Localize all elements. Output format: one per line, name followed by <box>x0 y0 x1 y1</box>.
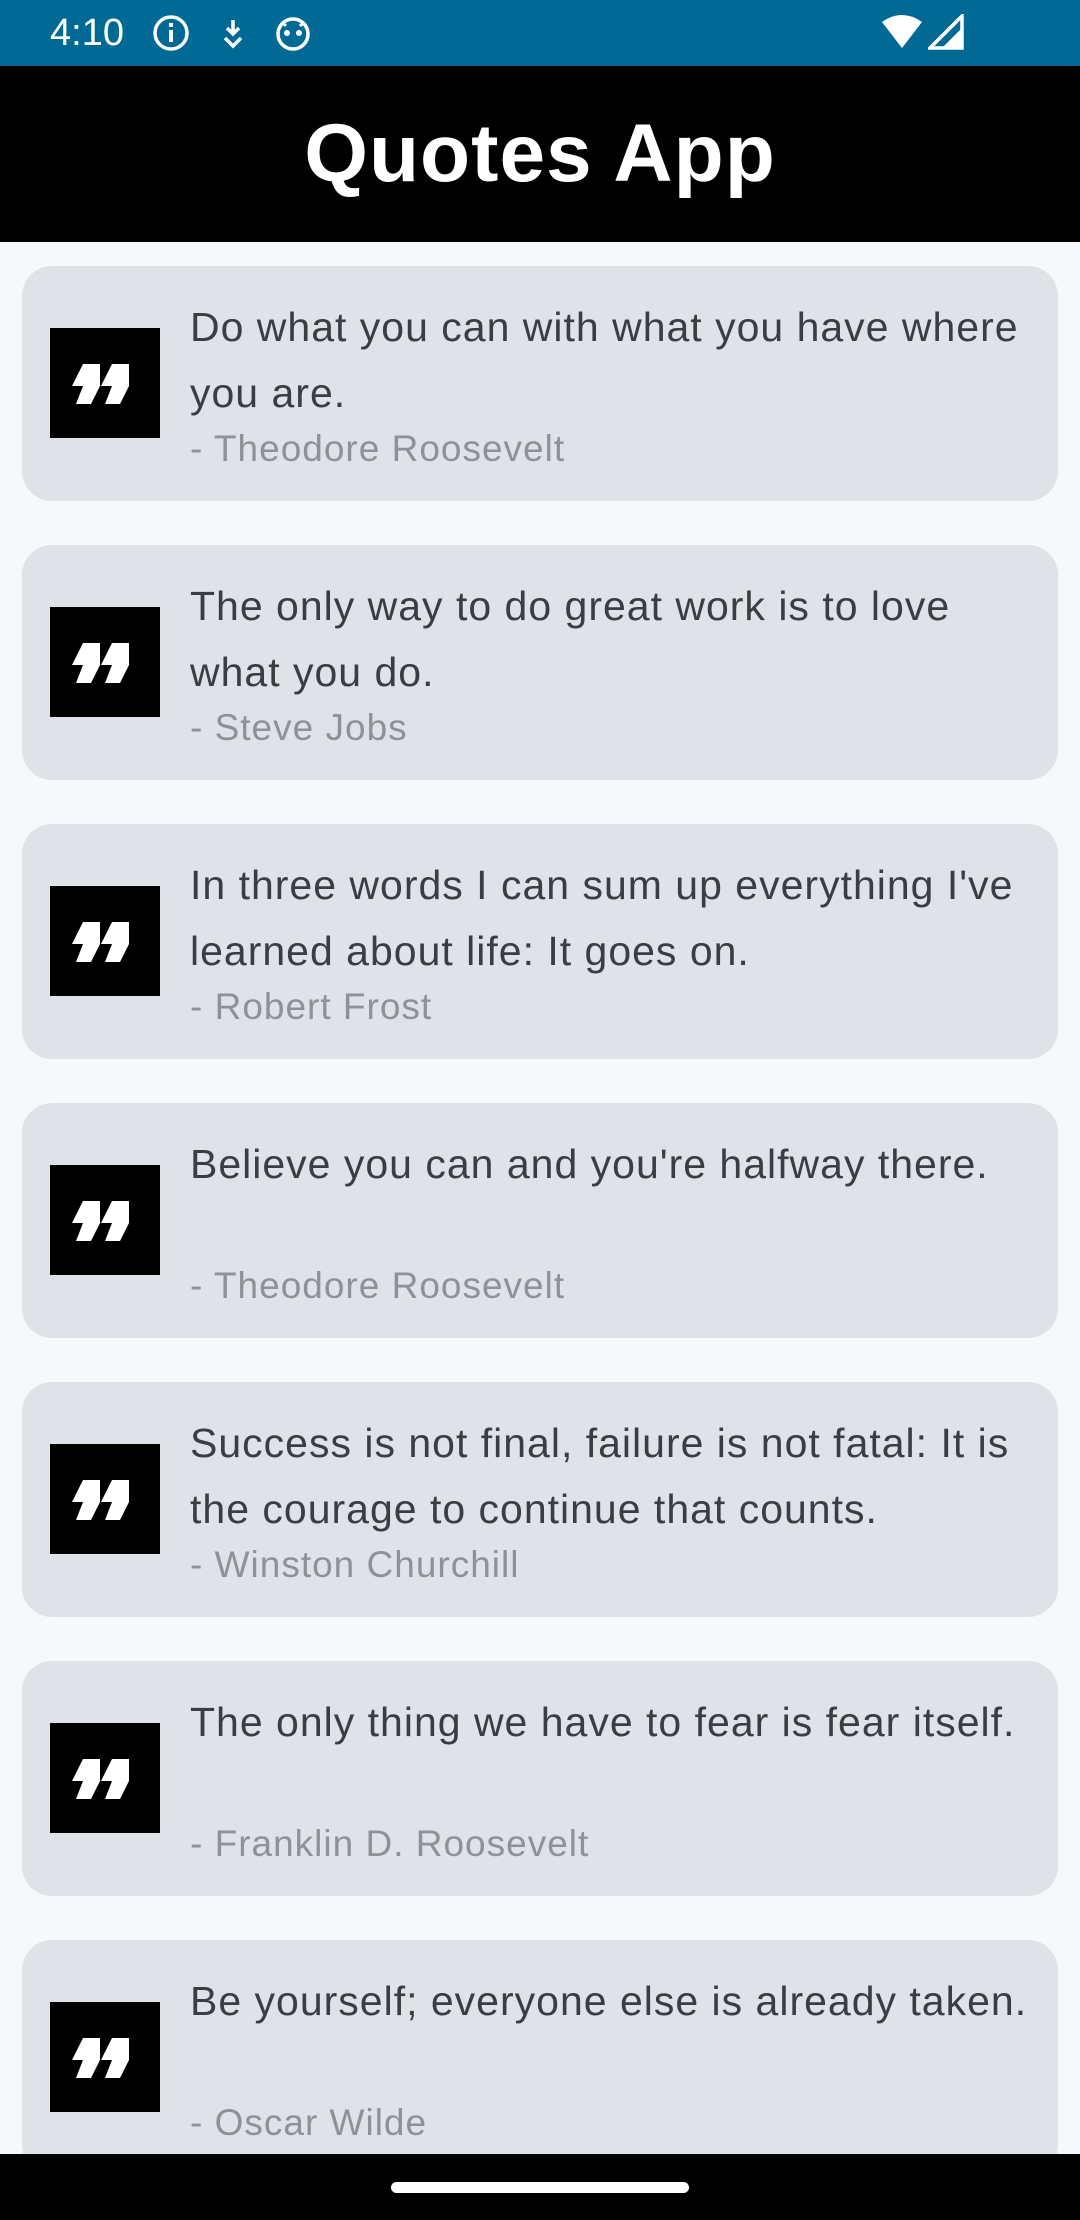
page-title: Quotes App <box>304 108 776 199</box>
quote-card[interactable]: The only way to do great work is to love… <box>22 545 1058 780</box>
quote-author: - Robert Frost <box>190 986 433 1027</box>
signal-icon <box>925 11 964 52</box>
app-bar: Quotes App <box>0 66 1080 242</box>
status-time: 4:10 <box>50 12 124 54</box>
quote-icon <box>50 328 160 438</box>
quote-icon <box>50 1165 160 1275</box>
quote-text: Believe you can and you're halfway there… <box>190 1141 989 1187</box>
quote-text: Success is not final, failure is not fat… <box>190 1420 1010 1532</box>
status-bar: 4:10 <box>0 0 1080 66</box>
quote-author: - Theodore Roosevelt <box>190 1265 566 1306</box>
quote-author: - Franklin D. Roosevelt <box>190 1823 590 1864</box>
android-icon <box>274 14 312 52</box>
quote-author: - Oscar Wilde <box>190 2102 428 2143</box>
quote-text: Be yourself; everyone else is already ta… <box>190 1978 1028 2024</box>
download-icon <box>214 14 252 52</box>
quote-card[interactable]: In three words I can sum up everything I… <box>22 824 1058 1059</box>
quote-author: - Winston Churchill <box>190 1544 520 1585</box>
wifi-icon <box>880 14 924 52</box>
quote-text: The only way to do great work is to love… <box>190 583 951 695</box>
quote-icon <box>50 607 160 717</box>
quote-icon <box>50 886 160 996</box>
quote-icon <box>50 1723 160 1833</box>
quote-text: Do what you can with what you have where… <box>190 304 1019 416</box>
quote-text: The only thing we have to fear is fear i… <box>190 1699 1016 1745</box>
home-gesture-handle[interactable] <box>391 2182 689 2193</box>
info-icon <box>152 14 190 52</box>
quote-icon <box>50 1444 160 1554</box>
quote-author: - Theodore Roosevelt <box>190 428 566 469</box>
quote-card[interactable]: Success is not final, failure is not fat… <box>22 1382 1058 1617</box>
quote-list[interactable]: Do what you can with what you have where… <box>0 242 1080 2154</box>
quote-author: - Steve Jobs <box>190 707 408 748</box>
quote-card[interactable]: The only thing we have to fear is fear i… <box>22 1661 1058 1896</box>
quote-text: In three words I can sum up everything I… <box>190 862 1014 974</box>
quote-icon <box>50 2002 160 2112</box>
quote-card[interactable]: Do what you can with what you have where… <box>22 266 1058 501</box>
quote-card[interactable]: Believe you can and you're halfway there… <box>22 1103 1058 1338</box>
quote-card[interactable]: Be yourself; everyone else is already ta… <box>22 1940 1058 2154</box>
navigation-bar <box>0 2154 1080 2220</box>
